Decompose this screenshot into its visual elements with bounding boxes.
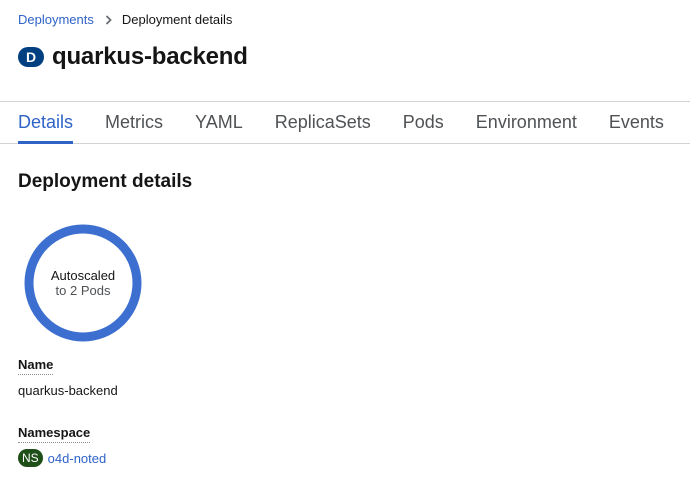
tab-details[interactable]: Details: [18, 102, 74, 144]
namespace-value-row: NS o4d-noted: [18, 449, 106, 467]
page-title: quarkus-backend: [52, 43, 248, 70]
tab-environment[interactable]: Environment: [476, 102, 577, 143]
pod-ring-status: Autoscaled: [50, 268, 116, 283]
chevron-right-icon: [105, 15, 112, 25]
namespace-link[interactable]: o4d-noted: [48, 451, 107, 466]
name-label: Name: [18, 357, 54, 375]
namespace-label: Namespace: [18, 425, 91, 443]
tab-pods[interactable]: Pods: [403, 102, 444, 143]
deployment-kind-badge: D: [18, 47, 44, 67]
pod-ring-count: to 2 Pods: [55, 283, 111, 298]
pod-ring-chart: Autoscaled to 2 Pods: [24, 224, 142, 342]
tab-yaml[interactable]: YAML: [195, 102, 243, 143]
page-title-row: D quarkus-backend: [18, 43, 248, 71]
tab-bar: Details Metrics YAML ReplicaSets Pods En…: [0, 101, 690, 144]
breadcrumb-current: Deployment details: [121, 12, 233, 27]
name-value: quarkus-backend: [18, 383, 118, 398]
namespace-badge: NS: [18, 449, 43, 467]
tab-metrics[interactable]: Metrics: [105, 102, 163, 143]
breadcrumb-deployments-link[interactable]: Deployments: [18, 11, 94, 29]
tab-replicasets[interactable]: ReplicaSets: [275, 102, 371, 143]
tab-events[interactable]: Events: [609, 102, 664, 143]
section-title: Deployment details: [18, 171, 193, 192]
pod-ring-label: Autoscaled to 2 Pods: [24, 224, 142, 342]
breadcrumb: Deployments Deployment details: [18, 11, 232, 29]
